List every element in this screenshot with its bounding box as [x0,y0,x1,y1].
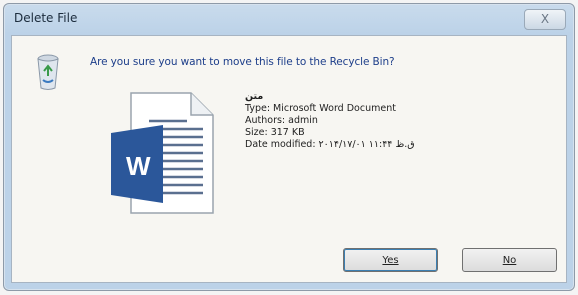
confirmation-message: Are you sure you want to move this file … [90,56,395,68]
recycle-bin-icon [37,54,59,90]
file-size: Size: 317 KB [245,127,305,138]
file-type: Type: Microsoft Word Document [245,103,396,114]
file-authors: Authors: admin [245,115,318,126]
yes-button-label: Yes [382,255,399,266]
yes-button[interactable]: Yes [343,248,438,272]
no-button-label: No [502,255,517,266]
close-button[interactable]: X [524,9,566,30]
word-letter: W [126,151,151,181]
window-title: Delete File [14,11,78,25]
file-date-modified: Date modified: ۲۰۱۴/۱۷/۰۱ ق.ظ ۱۱:۴۴ [245,139,415,150]
title-bar[interactable]: Delete File X [4,4,574,35]
file-name: متن [245,91,264,102]
no-button[interactable]: No [462,248,557,272]
dialog-body: Are you sure you want to move this file … [11,35,567,283]
word-document-icon: W [111,92,214,214]
delete-file-dialog: Delete File X Are you sure you want to m… [3,3,575,291]
file-info: متن Type: Microsoft Word Document Author… [245,91,415,151]
